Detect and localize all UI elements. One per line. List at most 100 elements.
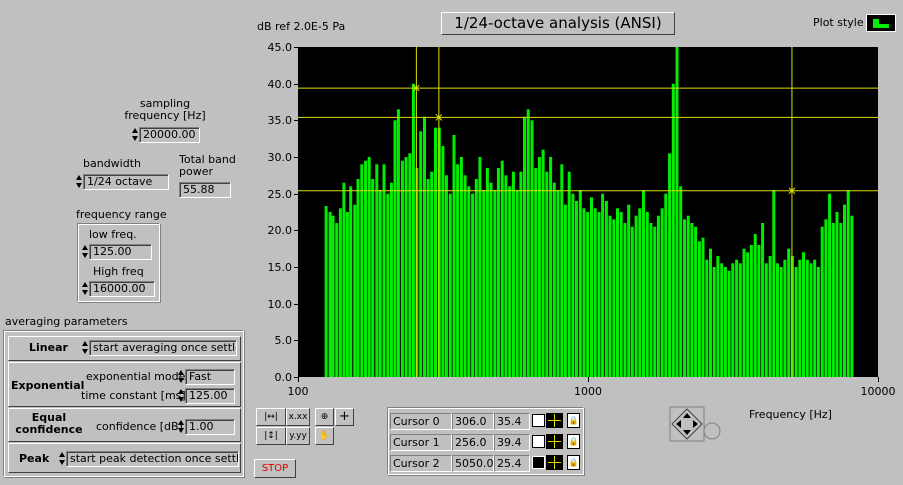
cursor-2-name[interactable]: Cursor 2 — [390, 455, 452, 472]
y-format-button[interactable]: y.yy — [286, 427, 310, 445]
x-scale-format-button[interactable]: |↔| — [256, 408, 286, 426]
spectrum-bar — [783, 259, 787, 377]
cursor-0-y[interactable]: 35.4 — [494, 413, 530, 430]
exponential-mode-select[interactable]: Fast — [185, 369, 235, 385]
spectrum-bar — [850, 215, 854, 377]
spectrum-bar — [761, 223, 765, 377]
y-scale-format-button[interactable]: |↕| — [256, 427, 286, 445]
spectrum-bar — [593, 208, 597, 377]
spectrum-bar — [727, 270, 731, 377]
spectrum-bar — [764, 263, 768, 377]
high-freq-field[interactable]: 16000.00 — [89, 281, 155, 297]
time-constant-field[interactable]: 125.00 — [185, 388, 235, 404]
spectrum-bar — [608, 215, 612, 377]
cursor-2-lock-icon[interactable]: 🔒 — [567, 455, 580, 470]
cursor-0-name[interactable]: Cursor 0 — [390, 413, 452, 430]
cursor-0-x[interactable]: 306.0 — [452, 413, 494, 430]
spectrum-bar — [382, 164, 386, 377]
linear-spinner[interactable] — [81, 340, 88, 356]
spectrum-bar — [400, 160, 404, 377]
x-tick-mark — [588, 377, 589, 382]
exponential-label: Exponential — [11, 379, 85, 392]
high-freq-spinner[interactable] — [81, 281, 88, 297]
spectrum-bar — [776, 263, 779, 377]
spectrum-bar — [386, 193, 390, 377]
spectrum-bar — [500, 160, 504, 377]
spectrum-bar — [816, 267, 820, 377]
spectrum-bar — [582, 208, 586, 377]
spectrum-bar — [519, 171, 523, 377]
peak-spinner[interactable] — [58, 451, 65, 467]
spectrum-bar — [526, 109, 530, 377]
sampling-frequency-field[interactable]: 20000.00 — [139, 127, 200, 143]
crosshair-icon[interactable]: + — [335, 408, 354, 426]
cursor-2-style-icon[interactable] — [546, 455, 563, 470]
y-tick-label: 20.0 — [267, 224, 293, 238]
spectrum-bar — [619, 212, 623, 377]
exponential-mode-spinner[interactable] — [177, 369, 184, 385]
zoom-icon[interactable]: ⊕ — [315, 408, 334, 426]
cursor-move-icon[interactable] — [669, 406, 725, 444]
confidence-field[interactable]: 1.00 — [185, 419, 235, 435]
spectrum-bar — [396, 109, 400, 377]
cursor-0-style-icon[interactable] — [546, 413, 563, 428]
bandwidth-label: bandwidth — [83, 157, 141, 170]
spectrum-bar — [423, 116, 426, 377]
cursor-1-y[interactable]: 39.4 — [494, 434, 530, 451]
spectrum-bar — [664, 193, 668, 377]
x-format-button[interactable]: x.xx — [286, 408, 310, 426]
spectrum-bar — [642, 190, 645, 377]
spectrum-bar — [738, 263, 742, 377]
spectrum-bar — [415, 168, 419, 377]
peak-mode-select[interactable]: start peak detection once settled — [66, 451, 239, 467]
spectrum-bar — [805, 259, 809, 377]
spectrum-bar — [545, 171, 549, 377]
cursor-1-color-swatch[interactable] — [532, 435, 545, 448]
spectrum-bar — [809, 263, 813, 377]
bandwidth-select[interactable]: 1/24 octave — [83, 174, 169, 190]
spectrum-bar — [335, 223, 339, 377]
cursor-2-color-swatch[interactable] — [532, 456, 545, 469]
spectrum-plot[interactable] — [298, 47, 878, 377]
cursor-1-x[interactable]: 256.0 — [452, 434, 494, 451]
low-freq-spinner[interactable] — [81, 244, 88, 260]
x-tick-label: 10000 — [860, 385, 896, 398]
spectrum-bar — [668, 153, 672, 377]
spectrum-bar — [474, 179, 478, 377]
spectrum-bar — [448, 193, 452, 377]
spectrum-bar — [675, 47, 679, 377]
spectrum-bar — [331, 215, 335, 377]
spectrum-bar — [720, 263, 724, 377]
spectrum-bar — [831, 223, 835, 377]
spectrum-bar — [828, 193, 832, 377]
cursor-1-style-icon[interactable] — [546, 434, 563, 449]
cursor-0-lock-icon[interactable]: 🔒 — [567, 413, 580, 428]
plot-style-icon[interactable] — [866, 14, 896, 32]
cursor-2-x[interactable]: 5050.0 — [452, 455, 494, 472]
spectrum-bar — [504, 175, 508, 377]
cursor-1-lock-icon[interactable]: 🔒 — [567, 434, 580, 449]
cursor-2-y[interactable]: 25.4 — [494, 455, 530, 472]
spectrum-bar — [367, 157, 371, 377]
cursor-0-color-swatch[interactable] — [532, 414, 545, 427]
spectrum-bar — [541, 149, 545, 377]
spectrum-bar — [671, 83, 675, 377]
spectrum-bar — [463, 175, 467, 377]
graph-title: 1/24-octave analysis (ANSI) — [441, 12, 675, 35]
spectrum-bar — [534, 168, 538, 377]
stop-button[interactable]: STOP — [254, 459, 296, 478]
spectrum-bar — [757, 245, 761, 377]
cursor-1-name[interactable]: Cursor 1 — [390, 434, 452, 451]
spectrum-bar — [679, 186, 683, 377]
linear-mode-select[interactable]: start averaging once settled — [89, 340, 237, 356]
spectrum-bar — [511, 171, 515, 377]
time-constant-spinner[interactable] — [177, 388, 184, 404]
low-freq-field[interactable]: 125.00 — [89, 244, 152, 260]
bandwidth-spinner[interactable] — [75, 174, 82, 190]
sampling-frequency-spinner[interactable] — [131, 127, 138, 143]
spectrum-bar — [716, 256, 720, 377]
spectrum-bar — [723, 267, 727, 377]
spectrum-bar — [493, 190, 497, 377]
pan-hand-icon[interactable]: ✋ — [315, 427, 334, 445]
confidence-spinner[interactable] — [177, 419, 184, 435]
